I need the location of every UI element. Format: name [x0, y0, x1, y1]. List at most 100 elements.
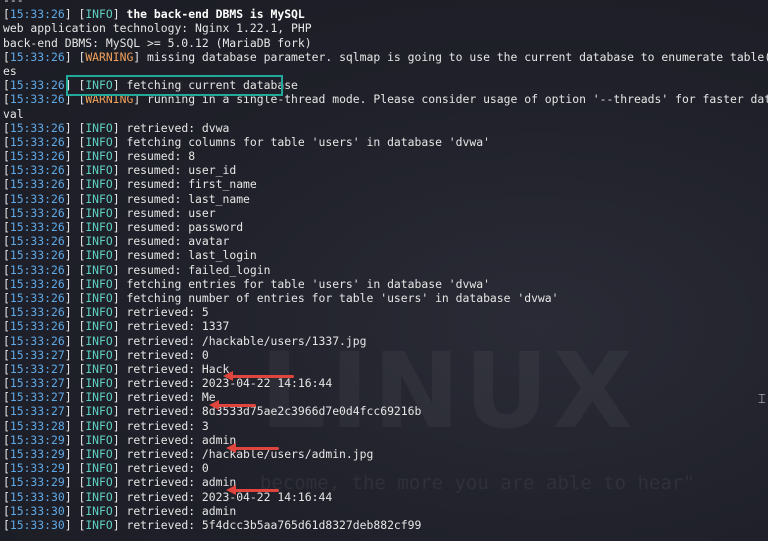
bracket: ]: [64, 517, 79, 532]
log-message: back-end DBMS: MySQL >= 5.0.12 (MariaDB …: [3, 35, 312, 50]
bracket: ]: [64, 489, 79, 504]
log-level-info: INFO: [85, 290, 113, 305]
bracket: ]: [64, 248, 79, 263]
log-level-info: INFO: [85, 461, 113, 476]
bracket: [: [3, 432, 10, 447]
bracket: ]: [64, 149, 79, 164]
bracket: ]: [112, 191, 127, 206]
bracket: ]: [112, 517, 127, 532]
bracket: ]: [112, 262, 127, 277]
log-message: fetching entries for table 'users' in da…: [126, 276, 490, 291]
log-message: resumed: last_login: [126, 248, 257, 263]
log-message: retrieved: Me: [126, 390, 216, 405]
log-timestamp: 15:33:26: [9, 220, 65, 234]
terminal-line: ---: [3, 0, 768, 7]
terminal-line: es: [3, 64, 768, 78]
log-level-info: INFO: [85, 234, 113, 249]
log-timestamp: 15:33:26: [9, 92, 65, 107]
log-timestamp: 15:33:26: [9, 120, 65, 135]
terminal-line: [15:33:26] [INFO] resumed: last_name: [3, 192, 768, 206]
bracket: ]: [64, 234, 79, 249]
bracket: [: [3, 248, 10, 263]
log-timestamp: 15:33:29: [9, 432, 65, 447]
bracket: ]: [112, 248, 127, 263]
log-message: resumed: user: [126, 205, 216, 220]
terminal-output: --- [15:33:26] [INFO] the back-end DBMS i…: [3, 0, 768, 532]
bracket: ]: [133, 49, 148, 64]
bracket: [: [3, 489, 10, 504]
bracket: ]: [64, 290, 79, 305]
terminal-line: [15:33:27] [INFO] retrieved: 8d3533d75ae…: [3, 404, 768, 418]
log-timestamp: 15:33:26: [9, 319, 65, 334]
log-level-info: INFO: [85, 305, 113, 320]
bracket: ]: [64, 49, 79, 64]
log-message: retrieved: dvwa: [126, 120, 230, 135]
log-message: missing database parameter. sqlmap is go…: [147, 49, 768, 64]
log-level-info: INFO: [85, 418, 113, 433]
log-level-info: INFO: [85, 347, 113, 362]
log-message: ---: [3, 0, 24, 7]
log-message: resumed: user_id: [126, 163, 237, 178]
bracket: ]: [112, 163, 127, 178]
bracket: ]: [112, 432, 127, 447]
log-message: resumed: avatar: [126, 234, 230, 249]
bracket: ]: [64, 347, 79, 362]
bracket: ]: [112, 461, 127, 476]
bracket: ]: [64, 92, 79, 107]
log-message: resumed: last_name: [126, 191, 250, 206]
bracket: ]: [64, 120, 79, 135]
bracket: ]: [112, 177, 127, 192]
bracket: ]: [64, 447, 79, 461]
bracket: [: [3, 347, 10, 362]
log-message: retrieved: 3: [126, 418, 209, 433]
terminal-line: [15:33:27] [INFO] retrieved: Hack: [3, 362, 768, 376]
log-timestamp: 15:33:26: [9, 305, 65, 320]
log-message: fetching columns for table 'users' in da…: [126, 134, 490, 149]
arrow-annotation-admin-1: [226, 443, 279, 453]
terminal-line: [15:33:26] [INFO] resumed: avatar: [3, 234, 768, 248]
log-timestamp: 15:33:30: [9, 517, 65, 532]
log-level-info: INFO: [85, 432, 113, 447]
bracket: [: [3, 220, 10, 234]
log-timestamp: 15:33:29: [9, 475, 65, 490]
bracket: [: [3, 475, 10, 490]
terminal-line: [15:33:26] [INFO] resumed: password: [3, 220, 768, 234]
log-message: resumed: 8: [126, 149, 196, 164]
bracket: ]: [112, 290, 127, 305]
log-level-info: INFO: [85, 248, 113, 263]
bracket: [: [3, 191, 10, 206]
bracket: [: [3, 120, 10, 135]
log-timestamp: 15:33:26: [9, 234, 65, 249]
bracket: ]: [112, 333, 127, 348]
bracket: ]: [64, 276, 79, 291]
terminal-line: [15:33:29] [INFO] retrieved: 0: [3, 461, 768, 475]
log-timestamp: 15:33:30: [9, 489, 65, 504]
log-timestamp: 15:33:29: [9, 447, 65, 461]
bracket: ]: [64, 418, 79, 433]
bracket: [: [3, 205, 10, 220]
bracket: ]: [64, 390, 79, 405]
bracket: [: [3, 49, 10, 64]
log-message: retrieved: 1337: [126, 319, 230, 334]
bracket: [: [3, 149, 10, 164]
log-timestamp: 15:33:26: [9, 134, 65, 149]
bracket: ]: [64, 333, 79, 348]
terminal-line: [15:33:26] [WARNING] running in a single…: [3, 92, 768, 106]
log-message: retrieved: 8d3533d75ae2c3966d7e0d4fcc692…: [126, 404, 422, 419]
bracket: ]: [64, 475, 79, 490]
bracket: [: [3, 461, 10, 476]
terminal-line: [15:33:30] [INFO] retrieved: 2023-04-22 …: [3, 490, 768, 504]
log-message: resumed: first_name: [126, 177, 257, 192]
bracket: ]: [64, 404, 79, 419]
log-timestamp: 15:33:27: [9, 390, 65, 405]
terminal-line: [15:33:26] [INFO] retrieved: /hackable/u…: [3, 334, 768, 348]
bracket: [: [3, 447, 10, 461]
bracket: [: [3, 503, 10, 518]
log-message: retrieved: admin: [126, 503, 237, 518]
bracket: [: [3, 404, 10, 419]
arrow-annotation-admin-2: [226, 485, 279, 495]
log-level-info: INFO: [85, 517, 113, 532]
log-message: retrieved: 5: [126, 305, 209, 320]
terminal-window[interactable]: LINUX become, the more you are able to h…: [0, 0, 768, 541]
bracket: ]: [112, 390, 127, 405]
